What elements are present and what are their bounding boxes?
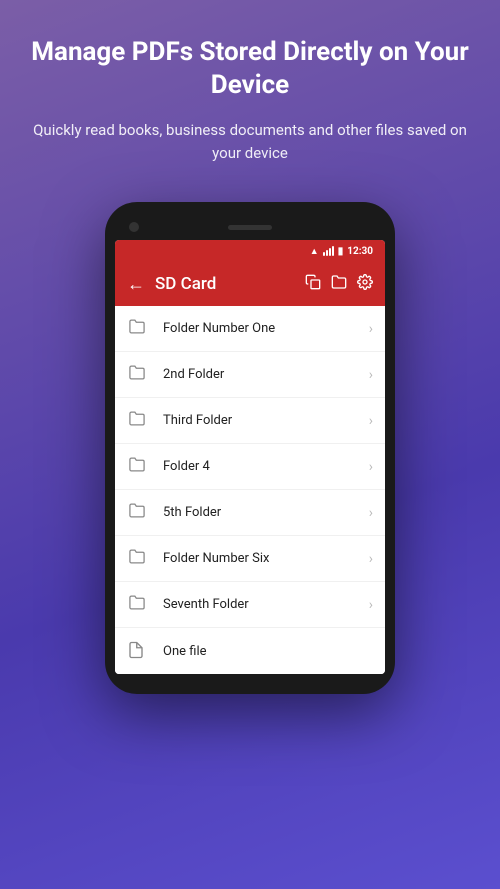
list-item[interactable]: One file xyxy=(115,628,385,674)
status-icons: ▲ ▮ 12:30 xyxy=(310,246,373,257)
file-name: Seventh Folder xyxy=(163,597,369,612)
hero-title: Manage PDFs Stored Directly on Your Devi… xyxy=(30,36,470,101)
toolbar-actions xyxy=(305,274,373,294)
file-name: 2nd Folder xyxy=(163,367,369,382)
copy-icon[interactable] xyxy=(305,274,321,294)
list-item[interactable]: 2nd Folder › xyxy=(115,352,385,398)
toolbar-title: SD Card xyxy=(155,274,295,294)
hero-section: Manage PDFs Stored Directly on Your Devi… xyxy=(0,0,500,184)
file-name: Folder Number Six xyxy=(163,551,369,566)
folder-icon xyxy=(127,364,149,386)
battery-icon: ▮ xyxy=(338,246,344,257)
folder-icon xyxy=(127,410,149,432)
phone-screen: ▲ ▮ 12:30 ← SD Card xyxy=(115,240,385,674)
chevron-right-icon: › xyxy=(369,367,373,383)
folder-icon xyxy=(127,318,149,340)
chevron-right-icon: › xyxy=(369,459,373,475)
status-bar: ▲ ▮ 12:30 xyxy=(115,240,385,262)
chevron-right-icon: › xyxy=(369,597,373,613)
file-name: Third Folder xyxy=(163,413,369,428)
status-time: 12:30 xyxy=(347,246,373,257)
file-name: One file xyxy=(163,644,373,659)
chevron-right-icon: › xyxy=(369,413,373,429)
file-name: Folder 4 xyxy=(163,459,369,474)
list-item[interactable]: Folder 4 › xyxy=(115,444,385,490)
signal-icon xyxy=(323,246,334,256)
file-name: 5th Folder xyxy=(163,505,369,520)
file-icon xyxy=(127,640,149,662)
file-list: Folder Number One › 2nd Folder › Third F… xyxy=(115,306,385,674)
folder-icon xyxy=(127,594,149,616)
list-item[interactable]: Folder Number One › xyxy=(115,306,385,352)
list-item[interactable]: Seventh Folder › xyxy=(115,582,385,628)
list-item[interactable]: Folder Number Six › xyxy=(115,536,385,582)
phone-notch xyxy=(115,216,385,238)
folder-icon xyxy=(127,456,149,478)
list-item[interactable]: Third Folder › xyxy=(115,398,385,444)
app-toolbar: ← SD Card xyxy=(115,262,385,306)
folder-icon xyxy=(127,502,149,524)
wifi-icon: ▲ xyxy=(310,246,319,257)
phone-device: ▲ ▮ 12:30 ← SD Card xyxy=(105,202,395,694)
list-item[interactable]: 5th Folder › xyxy=(115,490,385,536)
back-button[interactable]: ← xyxy=(127,274,145,295)
phone-camera xyxy=(129,222,139,232)
phone-speaker xyxy=(228,225,272,230)
folder-icon[interactable] xyxy=(331,274,347,294)
settings-icon[interactable] xyxy=(357,274,373,294)
chevron-right-icon: › xyxy=(369,505,373,521)
chevron-right-icon: › xyxy=(369,551,373,567)
hero-subtitle: Quickly read books, business documents a… xyxy=(30,119,470,164)
file-name: Folder Number One xyxy=(163,321,369,336)
folder-icon xyxy=(127,548,149,570)
chevron-right-icon: › xyxy=(369,321,373,337)
